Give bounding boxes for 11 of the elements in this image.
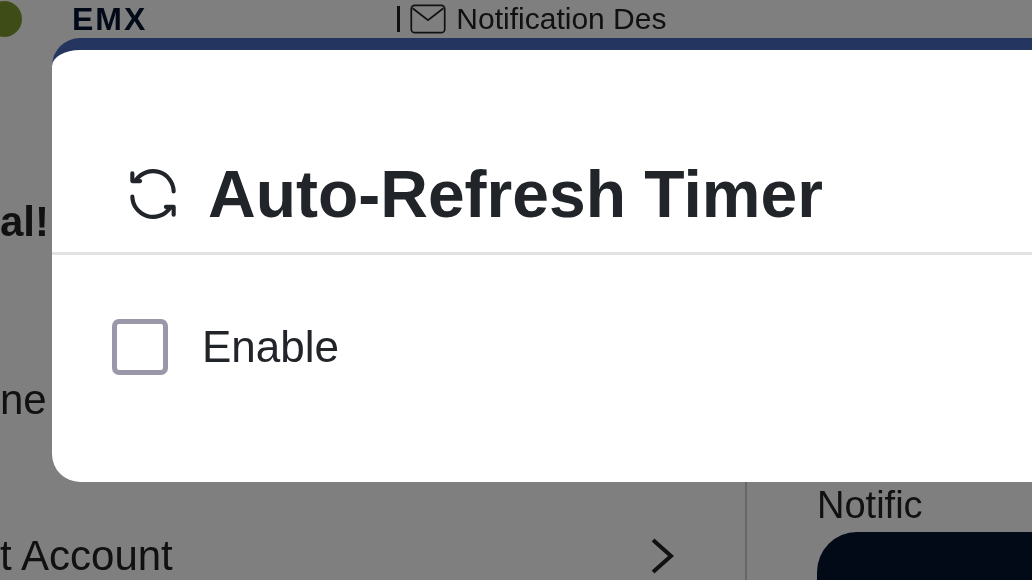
logo: EMX [72,3,148,35]
page-title: Notification Des [456,4,667,34]
envelope-icon [410,4,447,34]
chevron-right-icon [649,536,675,576]
section-title: Notific [817,486,924,524]
modal-title: Auto-Refresh Timer [208,161,823,227]
action-button[interactable] [817,532,1032,580]
checkbox[interactable] [112,319,168,375]
section-heading: al! [0,198,50,246]
checkbox-label: Enable [202,322,339,372]
menu-link[interactable]: t Account [0,532,173,580]
